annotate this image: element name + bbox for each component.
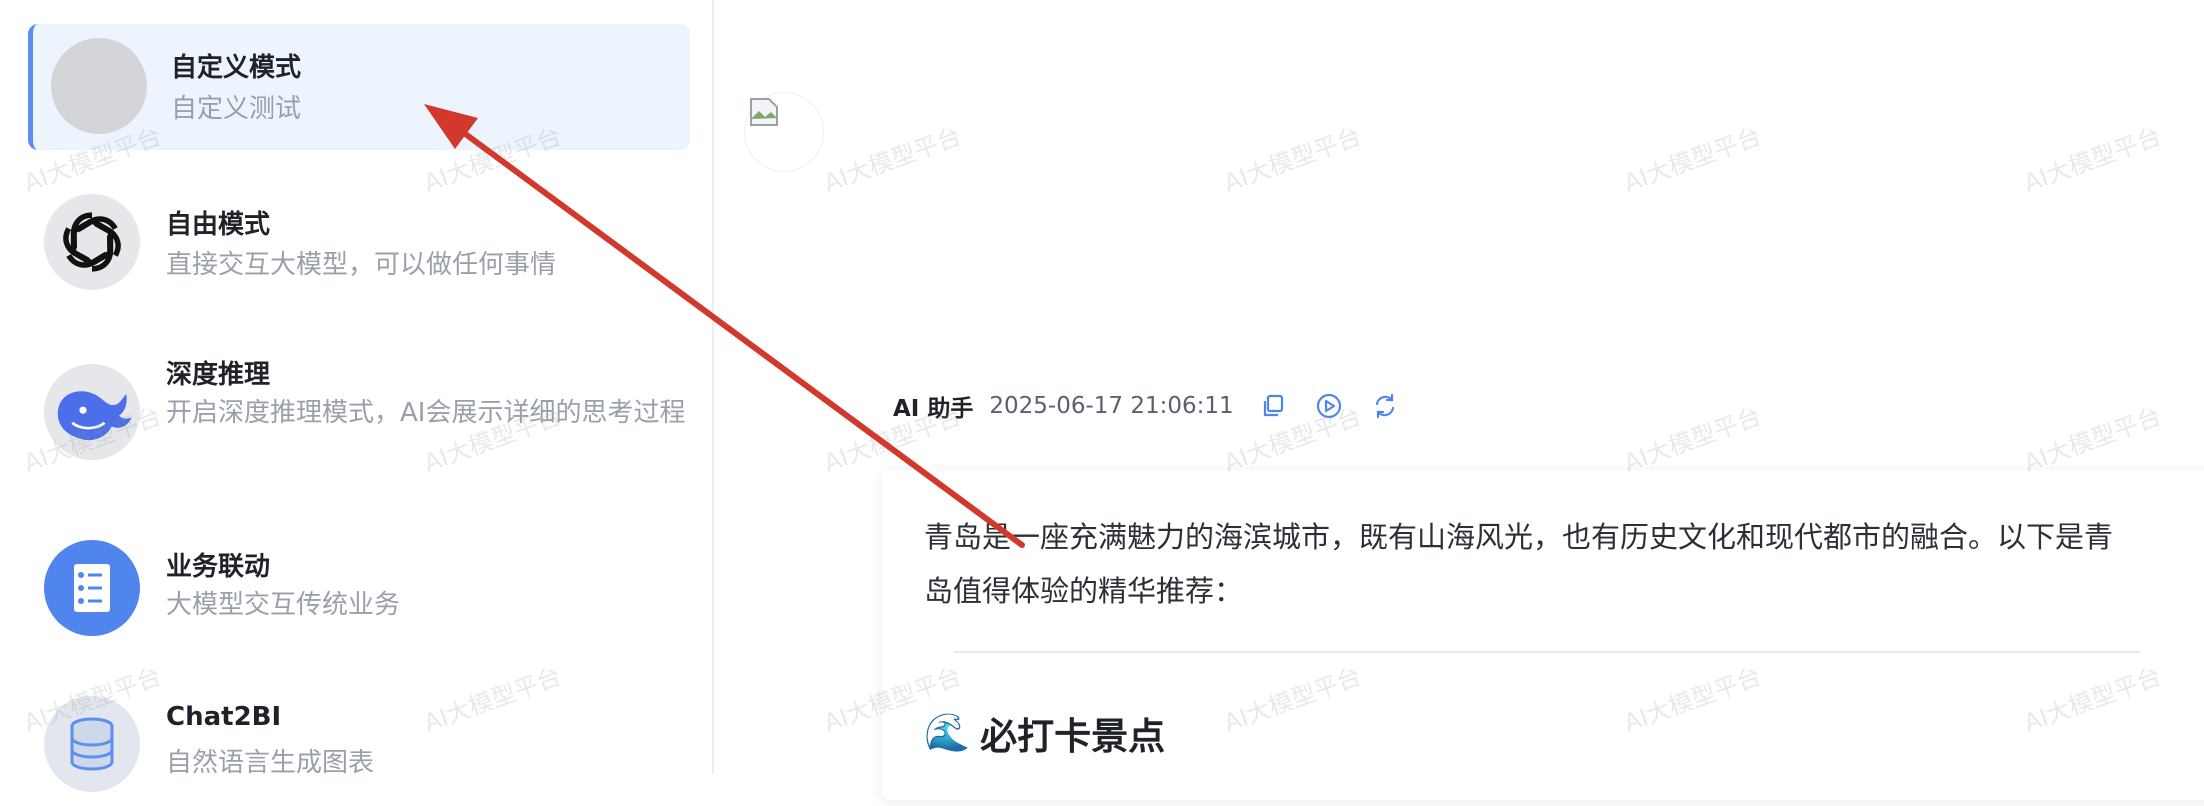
message-timestamp: 2025-06-17 21:06:11 (989, 393, 1234, 419)
refresh-icon[interactable] (1370, 391, 1400, 421)
message-divider (954, 651, 2140, 653)
mode-desc: 自然语言生成图表 (166, 748, 375, 778)
mode-sidebar: 自定义模式 自定义测试 自由模式 直接交互大模型，可以做任何事情 深度推理 开启… (0, 0, 712, 792)
message-sender: AI 助手 (893, 396, 974, 422)
mode-desc: 大模型交互传统业务 (166, 590, 401, 620)
mode-item-free[interactable]: 自由模式 直接交互大模型，可以做任何事情 (28, 178, 690, 304)
mode-item-chat2bi[interactable]: Chat2BI 自然语言生成图表 (28, 680, 690, 806)
database-icon (44, 696, 140, 792)
mode-desc: 开启深度推理模式，AI会展示详细的思考过程 (166, 398, 686, 428)
mode-title: 自定义模式 (171, 53, 302, 83)
mode-title: Chat2BI (166, 702, 282, 732)
ai-message-bubble: 青岛是一座充满魅力的海滨城市，既有山海风光，也有历史文化和现代都市的融合。以下是… (882, 470, 2204, 800)
mode-item-deep-reasoning[interactable]: 深度推理 开启深度推理模式，AI会展示详细的思考过程 (28, 346, 690, 472)
mode-title: 业务联动 (166, 552, 271, 582)
chat-area: AI 助手 2025-06-17 21:06:11 青岛是一座充满魅力的海滨城市… (714, 0, 2204, 800)
mode-desc: 直接交互大模型，可以做任何事情 (166, 250, 557, 280)
mode-title: 自由模式 (166, 210, 271, 240)
message-header: AI 助手 2025-06-17 21:06:11 (893, 388, 1426, 424)
broken-image-avatar (744, 92, 824, 172)
mode-desc: 自定义测试 (171, 94, 302, 124)
placeholder-avatar-icon (51, 38, 147, 134)
play-icon[interactable] (1314, 391, 1344, 421)
mode-title: 深度推理 (166, 360, 271, 390)
document-list-icon (44, 540, 140, 636)
wave-emoji-icon: 🌊 (924, 711, 971, 754)
mode-item-business[interactable]: 业务联动 大模型交互传统业务 (28, 524, 690, 650)
deepseek-whale-icon (44, 364, 140, 460)
section-heading: 🌊 必打卡景点 (924, 706, 1165, 760)
mode-item-custom[interactable]: 自定义模式 自定义测试 (28, 24, 690, 150)
message-paragraph: 青岛是一座充满魅力的海滨城市，既有山海风光，也有历史文化和现代都市的融合。以下是… (924, 520, 2114, 608)
copy-icon[interactable] (1258, 391, 1288, 421)
openai-logo-icon (44, 194, 140, 290)
broken-image-icon (750, 98, 778, 126)
section-title: 必打卡景点 (980, 715, 1166, 758)
